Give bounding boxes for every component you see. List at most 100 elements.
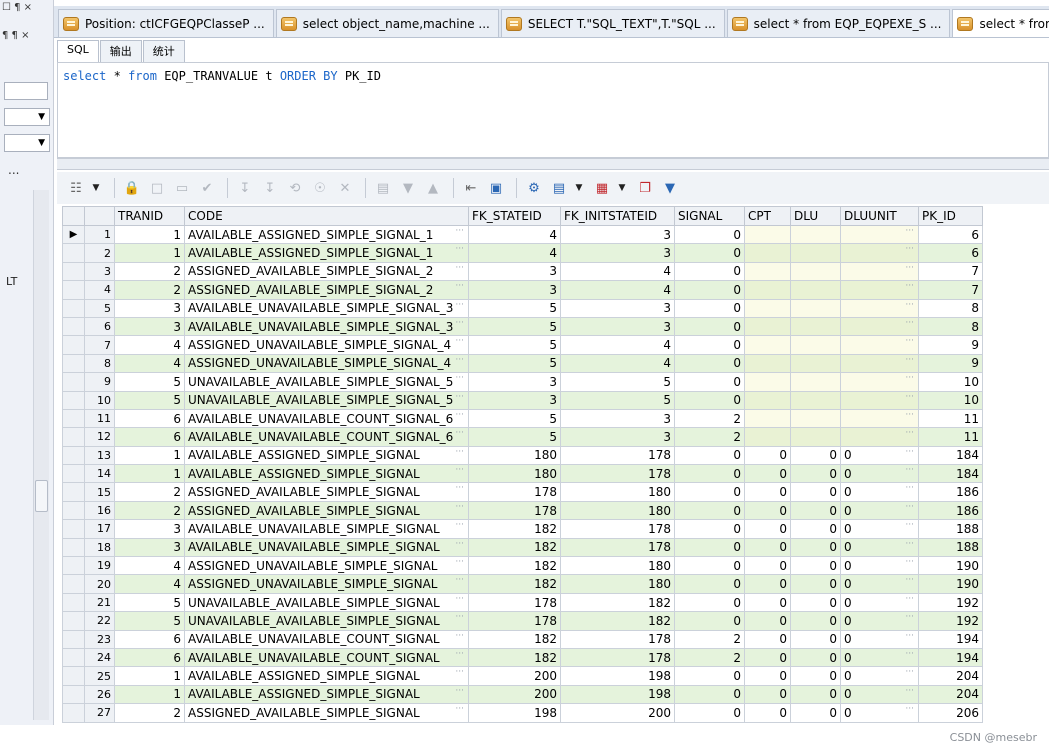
cell-editor-button[interactable]: ··· [905, 392, 914, 401]
row-indicator[interactable] [62, 298, 85, 318]
cell-pk-id[interactable]: 10 [918, 372, 983, 392]
cell-pk-id[interactable]: 186 [918, 482, 983, 502]
row-indicator[interactable] [62, 353, 85, 374]
cell-tranid[interactable]: 3 [114, 537, 185, 558]
cell-dluunit[interactable]: 0 ··· [840, 519, 919, 539]
row-indicator[interactable] [62, 647, 85, 668]
cell-cpt[interactable]: 0 [744, 611, 791, 631]
cell-dluunit[interactable]: 0 ··· [840, 684, 919, 705]
cell-pk-id[interactable]: 10 [918, 390, 983, 410]
table-row[interactable]: 14 1 AVAILABLE_ASSIGNED_SIMPLE_SIGNAL ··· 18… [62, 464, 983, 484]
cell-fk-stateid[interactable]: 178 [468, 611, 561, 631]
cell-code[interactable]: AVAILABLE_UNAVAILABLE_SIMPLE_SIGNAL ··· [184, 537, 469, 558]
cell-editor-button[interactable]: ··· [905, 576, 914, 585]
cell-editor-button[interactable]: ··· [905, 282, 914, 291]
table-row[interactable]: 18 3 AVAILABLE_UNAVAILABLE_SIMPLE_SIGNAL ··… [62, 537, 983, 558]
row-indicator[interactable] [62, 408, 85, 429]
cell-dluunit[interactable]: ··· [840, 353, 919, 374]
document-tab[interactable]: SELECT T."SQL_TEXT",T."SQL ... [500, 9, 725, 37]
save-icon[interactable]: ▣ [485, 177, 507, 199]
delete-record-icon[interactable]: ▭ [171, 177, 193, 199]
cell-cpt[interactable]: 0 [744, 684, 791, 705]
cell-dluunit[interactable]: 0 ··· [840, 445, 919, 466]
last-record-icon[interactable]: ↧ [259, 177, 281, 199]
grid-view-icon[interactable]: ▤ [372, 177, 394, 199]
cell-tranid[interactable]: 4 [114, 335, 185, 355]
cell-tranid[interactable]: 4 [114, 574, 185, 594]
column-header[interactable]: FK_INITSTATEID [560, 206, 675, 226]
cell-code[interactable]: AVAILABLE_UNAVAILABLE_SIMPLE_SIGNAL_3 ··· [184, 298, 469, 318]
document-tab[interactable]: Position: ctICFGEQPClasseP ... [58, 9, 274, 37]
cell-fk-stateid[interactable]: 182 [468, 556, 561, 576]
cell-fk-stateid[interactable]: 3 [468, 372, 561, 392]
cell-pk-id[interactable]: 190 [918, 574, 983, 594]
cell-code[interactable]: AVAILABLE_UNAVAILABLE_SIMPLE_SIGNAL_3 ··· [184, 316, 469, 337]
cell-code[interactable]: AVAILABLE_ASSIGNED_SIMPLE_SIGNAL ··· [184, 464, 469, 484]
cell-dluunit[interactable]: 0 ··· [840, 500, 919, 521]
row-indicator[interactable] [62, 574, 85, 594]
table-icon[interactable]: ▦ [591, 177, 613, 199]
chart-icon[interactable]: ▤ [548, 177, 570, 199]
cell-fk-stateid[interactable]: 4 [468, 224, 561, 245]
cell-fk-initstateid[interactable]: 178 [560, 445, 675, 466]
cell-editor-button[interactable]: ··· [455, 318, 464, 327]
cell-editor-button[interactable]: ··· [455, 392, 464, 401]
cell-pk-id[interactable]: 6 [918, 243, 983, 263]
cell-signal[interactable]: 0 [674, 592, 745, 613]
cell-signal[interactable]: 0 [674, 261, 745, 282]
cell-fk-initstateid[interactable]: 200 [560, 703, 675, 723]
cell-pk-id[interactable]: 7 [918, 280, 983, 300]
new-record-icon[interactable]: □ [146, 177, 168, 199]
cell-dlu[interactable] [790, 224, 841, 245]
cell-fk-initstateid[interactable]: 3 [560, 243, 675, 263]
cell-signal[interactable]: 0 [674, 611, 745, 631]
cell-dluunit[interactable]: ··· [840, 316, 919, 337]
cell-fk-initstateid[interactable]: 198 [560, 666, 675, 686]
cell-fk-initstateid[interactable]: 178 [560, 647, 675, 668]
cell-fk-initstateid[interactable]: 4 [560, 280, 675, 300]
row-indicator[interactable] [62, 611, 85, 631]
row-indicator[interactable] [62, 500, 85, 521]
cell-editor-button[interactable]: ··· [905, 337, 914, 346]
row-indicator[interactable] [62, 482, 85, 502]
cell-dlu[interactable] [790, 408, 841, 429]
cell-dlu[interactable]: 0 [790, 629, 841, 649]
cell-editor-button[interactable]: ··· [905, 245, 914, 254]
cell-fk-initstateid[interactable]: 3 [560, 427, 675, 447]
cell-tranid[interactable]: 2 [114, 280, 185, 300]
cell-fk-stateid[interactable]: 182 [468, 647, 561, 668]
cell-editor-button[interactable]: ··· [455, 466, 464, 475]
cell-pk-id[interactable]: 184 [918, 464, 983, 484]
cell-editor-button[interactable]: ··· [905, 705, 914, 714]
cell-editor-button[interactable]: ··· [905, 539, 914, 548]
table-row[interactable]: 8 4 ASSIGNED_UNAVAILABLE_SIMPLE_SIGNAL_4 ··… [62, 353, 983, 374]
cell-code[interactable]: ASSIGNED_UNAVAILABLE_SIMPLE_SIGNAL ··· [184, 556, 469, 576]
cell-editor-button[interactable]: ··· [905, 521, 914, 530]
cell-fk-stateid[interactable]: 178 [468, 500, 561, 521]
row-indicator[interactable] [62, 372, 85, 392]
row-indicator[interactable]: ▶ [62, 224, 85, 245]
cell-cpt[interactable]: 0 [744, 519, 791, 539]
table-row[interactable]: 10 5 UNAVAILABLE_AVAILABLE_SIMPLE_SIGNAL_5… [62, 390, 983, 410]
cell-tranid[interactable]: 3 [114, 316, 185, 337]
cell-signal[interactable]: 0 [674, 298, 745, 318]
cell-fk-stateid[interactable]: 198 [468, 703, 561, 723]
down-arrow-icon[interactable]: ▼ [397, 177, 419, 199]
cell-tranid[interactable]: 6 [114, 427, 185, 447]
cell-signal[interactable]: 0 [674, 316, 745, 337]
cell-code[interactable]: AVAILABLE_ASSIGNED_SIMPLE_SIGNAL_1 ··· [184, 224, 469, 245]
left-panel-dropdown-1[interactable]: ▼ [4, 108, 50, 126]
table-row[interactable]: 17 3 AVAILABLE_UNAVAILABLE_SIMPLE_SIGNAL ··… [62, 519, 983, 539]
cell-cpt[interactable]: 0 [744, 574, 791, 594]
row-indicator[interactable] [62, 519, 85, 539]
table-row[interactable]: 24 6 AVAILABLE_UNAVAILABLE_COUNT_SIGNAL ···… [62, 647, 983, 668]
cell-signal[interactable]: 2 [674, 647, 745, 668]
cell-fk-initstateid[interactable]: 4 [560, 261, 675, 282]
cell-editor-button[interactable]: ··· [905, 502, 914, 511]
cell-signal[interactable]: 2 [674, 408, 745, 429]
cell-signal[interactable]: 0 [674, 537, 745, 558]
cell-editor-button[interactable]: ··· [905, 447, 914, 456]
cell-editor-button[interactable]: ··· [905, 227, 914, 236]
cell-code[interactable]: AVAILABLE_UNAVAILABLE_COUNT_SIGNAL ··· [184, 629, 469, 649]
cell-fk-stateid[interactable]: 182 [468, 537, 561, 558]
